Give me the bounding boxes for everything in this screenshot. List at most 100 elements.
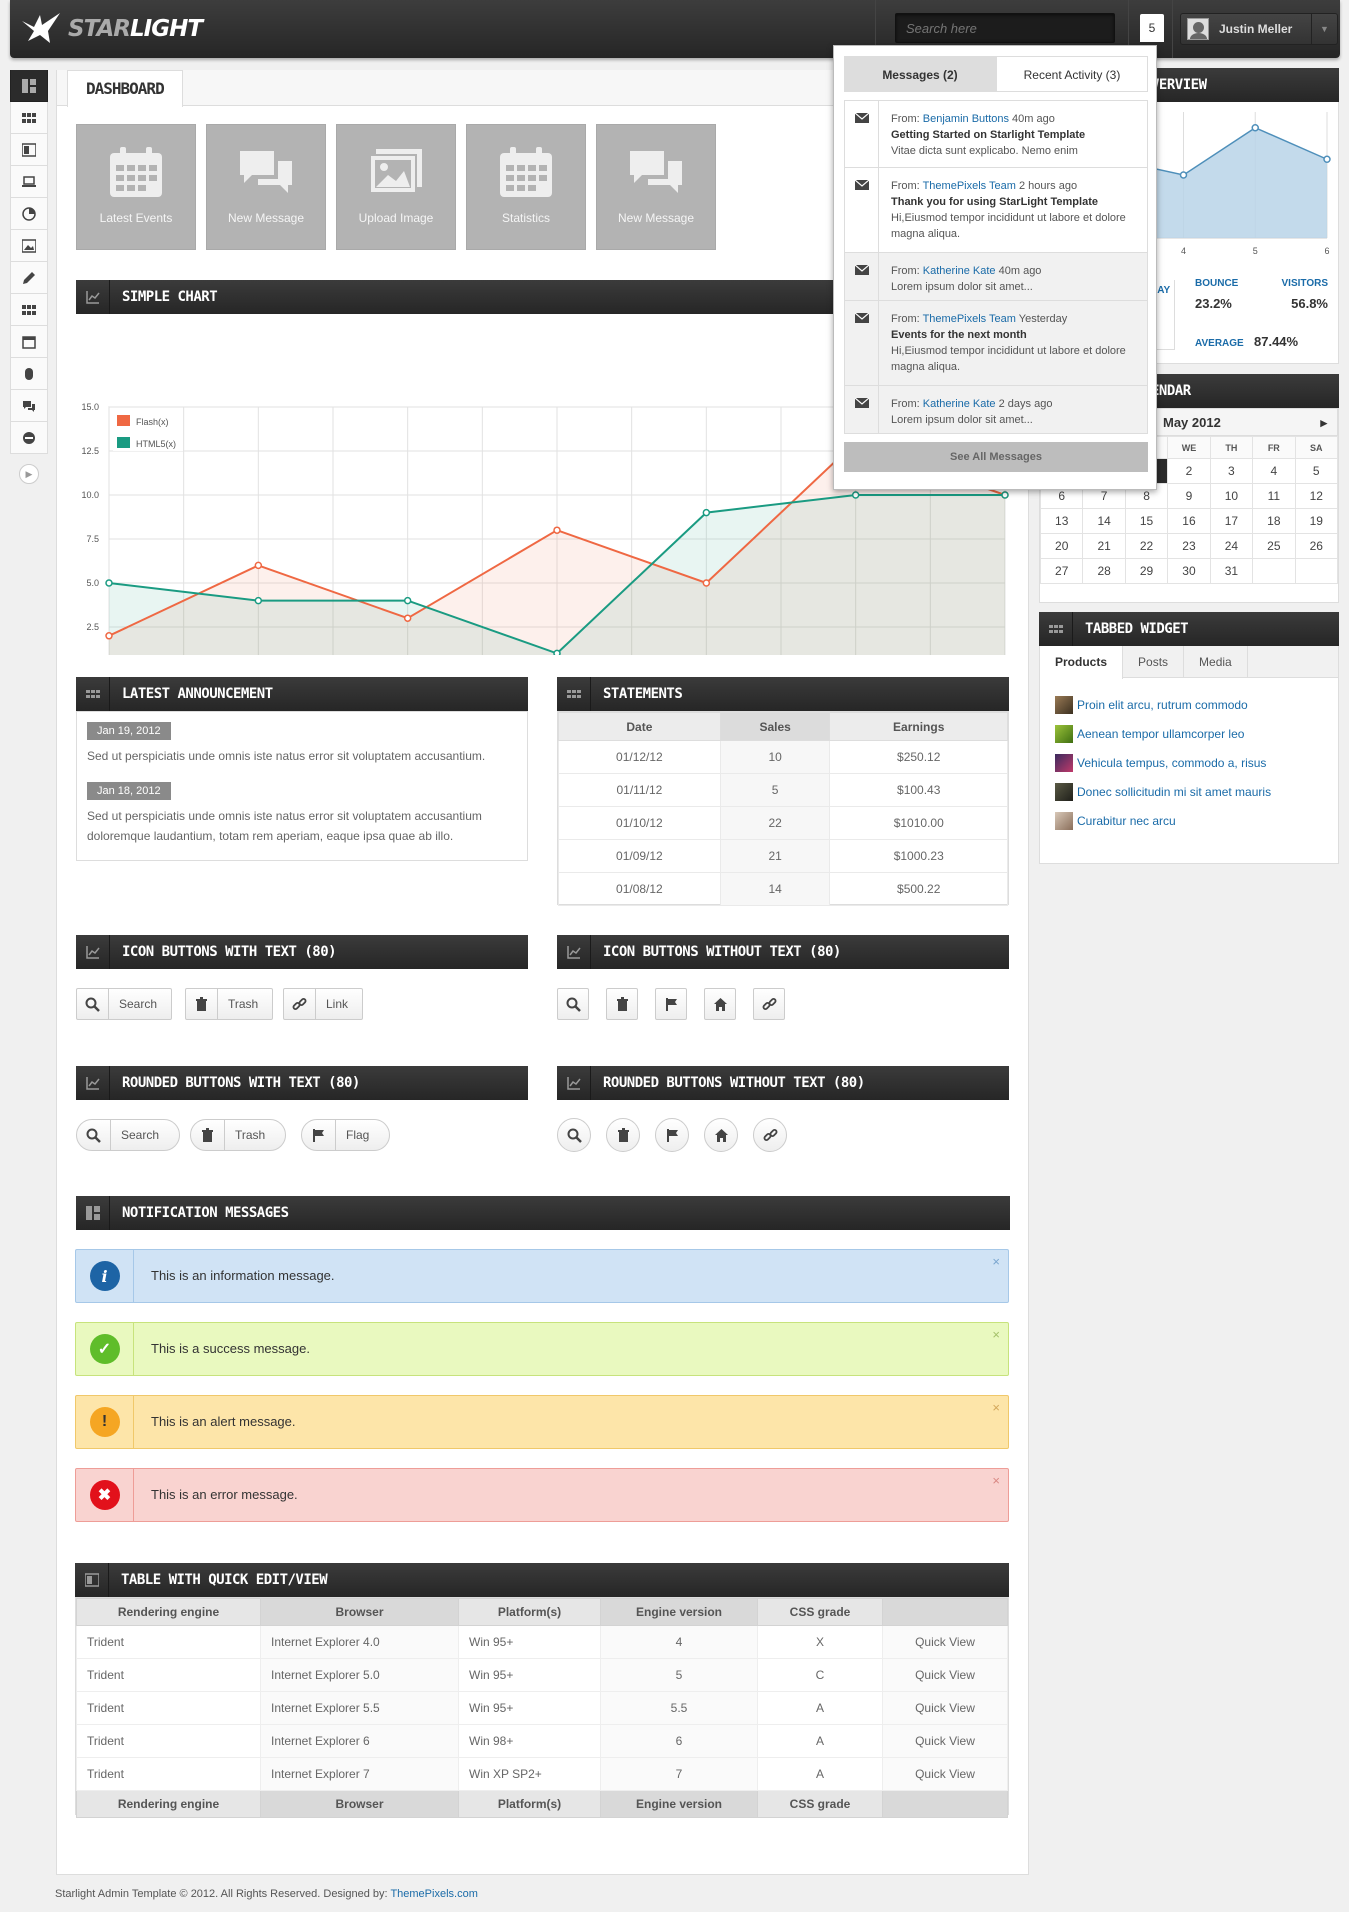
- sender-link[interactable]: ThemePixels Team: [923, 180, 1016, 192]
- close-icon[interactable]: ×: [992, 1254, 1000, 1269]
- close-icon[interactable]: ×: [992, 1473, 1000, 1488]
- shortcut-new-message[interactable]: New Message: [206, 124, 326, 250]
- rail-block[interactable]: [10, 422, 48, 454]
- product-link[interactable]: Aenean tempor ullamcorper leo: [1077, 727, 1244, 741]
- calendar-day[interactable]: 21: [1082, 533, 1126, 559]
- close-icon[interactable]: ×: [992, 1400, 1000, 1415]
- message-item[interactable]: From: ThemePixels Team 2 hours ago Thank …: [844, 168, 1148, 253]
- flag-icon-button[interactable]: [655, 988, 687, 1020]
- rounded-flag-button[interactable]: Flag: [301, 1119, 391, 1151]
- rail-calendar[interactable]: [10, 326, 48, 358]
- chevron-right-icon[interactable]: ▸: [1320, 409, 1327, 437]
- rail-laptop[interactable]: [10, 166, 48, 198]
- calendar-day[interactable]: 19: [1294, 508, 1339, 534]
- search-button[interactable]: Search: [76, 988, 173, 1020]
- rail-dashboard[interactable]: [10, 70, 48, 102]
- tab-media[interactable]: Media: [1184, 646, 1248, 677]
- calendar-day[interactable]: 20: [1039, 533, 1084, 559]
- calendar-day[interactable]: 14: [1082, 508, 1126, 534]
- rail-apps[interactable]: [10, 294, 48, 326]
- product-item[interactable]: Curabitur nec arcu: [1040, 806, 1338, 835]
- calendar-day[interactable]: 25: [1252, 533, 1296, 559]
- sender-link[interactable]: ThemePixels Team: [923, 313, 1016, 325]
- sender-link[interactable]: Katherine Kate: [923, 265, 996, 277]
- message-item[interactable]: From: Katherine Kate 2 days ago Lorem ips…: [844, 386, 1148, 434]
- tab-dashboard[interactable]: DASHBOARD: [67, 70, 183, 107]
- link-button[interactable]: Link: [283, 988, 364, 1020]
- product-link[interactable]: Donec sollicitudin mi sit amet mauris: [1077, 785, 1271, 799]
- rail-layout[interactable]: [10, 134, 48, 166]
- column-header[interactable]: Rendering engine: [76, 1598, 261, 1626]
- message-item[interactable]: From: Katherine Kate 40m ago Lorem ipsum …: [844, 253, 1148, 301]
- shortcut-upload-image[interactable]: Upload Image: [336, 124, 456, 250]
- calendar-day[interactable]: 2: [1167, 458, 1211, 484]
- tab-posts[interactable]: Posts: [1123, 646, 1185, 677]
- quick-view-link[interactable]: Quick View: [882, 1625, 1008, 1659]
- rounded-search-icon-button[interactable]: [557, 1118, 591, 1152]
- calendar-day[interactable]: 11: [1252, 483, 1296, 509]
- calendar-day[interactable]: 28: [1082, 558, 1126, 584]
- quick-view-link[interactable]: Quick View: [882, 1658, 1008, 1692]
- calendar-day[interactable]: 24: [1209, 533, 1254, 559]
- link-icon-button[interactable]: [753, 988, 785, 1020]
- sender-link[interactable]: Benjamin Buttons: [923, 113, 1009, 125]
- product-link[interactable]: Curabitur nec arcu: [1077, 814, 1176, 828]
- shortcut-latest-events[interactable]: Latest Events: [76, 124, 196, 250]
- calendar-day[interactable]: 29: [1124, 558, 1169, 584]
- rounded-home-icon-button[interactable]: [704, 1118, 738, 1152]
- column-header[interactable]: Engine version: [600, 1598, 758, 1626]
- calendar-day[interactable]: 22: [1124, 533, 1169, 559]
- calendar-day[interactable]: 10: [1209, 483, 1254, 509]
- tab-products[interactable]: Products: [1040, 646, 1124, 679]
- calendar-day[interactable]: 16: [1167, 508, 1211, 534]
- rounded-trash-button[interactable]: Trash: [190, 1119, 287, 1151]
- product-item[interactable]: Aenean tempor ullamcorper leo: [1040, 719, 1338, 748]
- calendar-day[interactable]: 13: [1039, 508, 1084, 534]
- rounded-link-icon-button[interactable]: [753, 1118, 787, 1152]
- column-header[interactable]: Browser: [260, 1598, 459, 1626]
- quick-view-link[interactable]: Quick View: [882, 1757, 1008, 1791]
- rail-chat[interactable]: [10, 390, 48, 422]
- calendar-day[interactable]: 17: [1209, 508, 1254, 534]
- close-icon[interactable]: ×: [992, 1327, 1000, 1342]
- calendar-day[interactable]: 15: [1124, 508, 1169, 534]
- calendar-day[interactable]: 27: [1039, 558, 1084, 584]
- quick-view-link[interactable]: Quick View: [882, 1724, 1008, 1758]
- search-icon-button[interactable]: [557, 988, 589, 1020]
- rounded-search-button[interactable]: Search: [76, 1119, 181, 1151]
- message-item[interactable]: From: ThemePixels Team Yesterday Events f…: [844, 301, 1148, 386]
- chevron-down-icon[interactable]: ▼: [1311, 14, 1337, 44]
- column-header[interactable]: Sales: [719, 712, 831, 741]
- shortcut-statistics[interactable]: Statistics: [466, 124, 586, 250]
- column-header[interactable]: Earnings: [829, 712, 1008, 741]
- sender-link[interactable]: Katherine Kate: [923, 398, 996, 410]
- product-item[interactable]: Vehicula tempus, commodo a, risus: [1040, 748, 1338, 777]
- product-item[interactable]: Donec sollicitudin mi sit amet mauris: [1040, 777, 1338, 806]
- message-item[interactable]: From: Benjamin Buttons 40m ago Getting St…: [844, 100, 1148, 168]
- rail-mouse[interactable]: [10, 358, 48, 390]
- logo[interactable]: STARLIGHT: [20, 10, 203, 48]
- expand-sidebar-icon[interactable]: ▶: [19, 464, 39, 484]
- user-menu[interactable]: Justin Meller ▼: [1180, 13, 1338, 45]
- calendar-day[interactable]: 18: [1252, 508, 1296, 534]
- rail-edit[interactable]: [10, 262, 48, 294]
- see-all-messages-button[interactable]: See All Messages: [844, 442, 1148, 472]
- calendar-day[interactable]: 5: [1294, 458, 1339, 484]
- notification-count-badge[interactable]: 5: [1140, 14, 1164, 42]
- quick-view-link[interactable]: Quick View: [882, 1691, 1008, 1725]
- rail-images[interactable]: [10, 230, 48, 262]
- footer-link[interactable]: ThemePixels.com: [390, 1888, 477, 1900]
- trash-icon-button[interactable]: [606, 988, 638, 1020]
- column-header[interactable]: Date: [558, 712, 721, 741]
- tab-recent-activity[interactable]: Recent Activity (3): [996, 56, 1148, 92]
- rail-grid[interactable]: [10, 102, 48, 134]
- shortcut-new-message-2[interactable]: New Message: [596, 124, 716, 250]
- home-icon-button[interactable]: [704, 988, 736, 1020]
- column-header[interactable]: Platform(s): [458, 1598, 601, 1626]
- calendar-day[interactable]: 12: [1294, 483, 1339, 509]
- rounded-trash-icon-button[interactable]: [606, 1118, 640, 1152]
- column-header[interactable]: CSS grade: [757, 1598, 883, 1626]
- calendar-day[interactable]: 23: [1167, 533, 1211, 559]
- trash-button[interactable]: Trash: [185, 988, 274, 1020]
- tab-messages[interactable]: Messages (2): [844, 56, 996, 92]
